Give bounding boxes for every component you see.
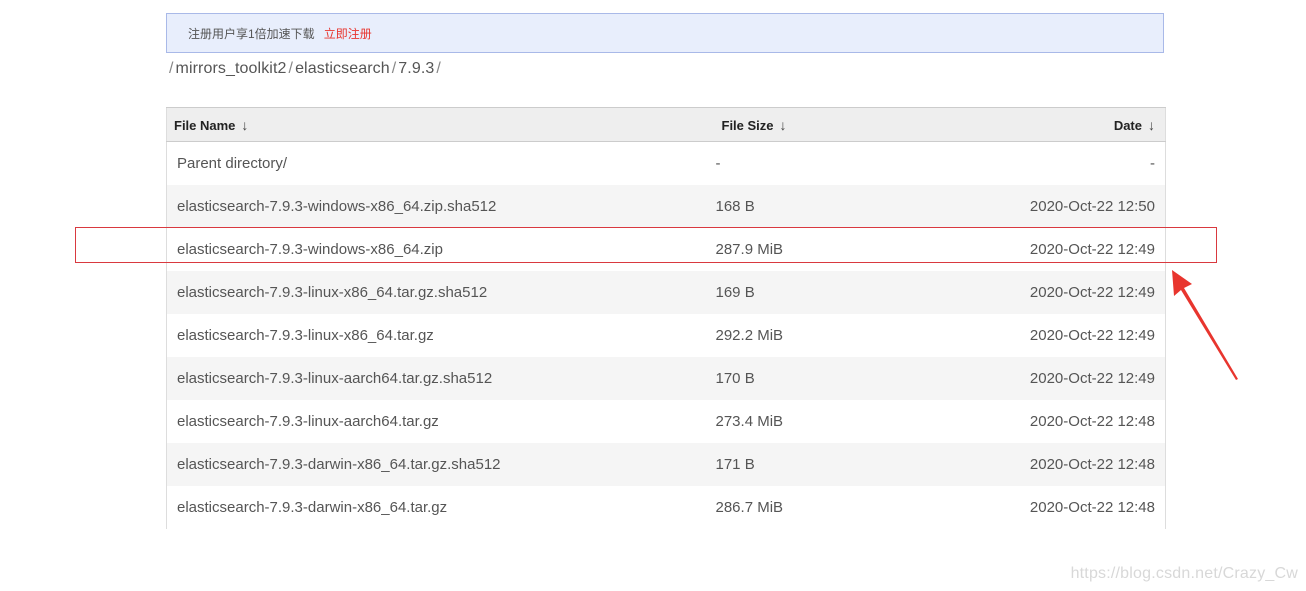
breadcrumb-item-version[interactable]: 7.9.3: [398, 60, 434, 78]
breadcrumb-separator: /: [436, 60, 441, 77]
breadcrumb-item-mirrors-toolkit2[interactable]: mirrors_toolkit2: [176, 60, 287, 78]
banner-text: 注册用户享1倍加速下载: [188, 26, 315, 41]
file-link[interactable]: elasticsearch-7.9.3-darwin-x86_64.tar.gz…: [177, 456, 501, 473]
file-size: 170 B: [715, 369, 755, 387]
table-row: elasticsearch-7.9.3-darwin-x86_64.tar.gz…: [166, 485, 1166, 529]
table-row-parent-directory: Parent directory/ - -: [166, 141, 1166, 185]
page: 注册用户享1倍加速下载 立即注册 / mirrors_toolkit2 / el…: [0, 0, 1306, 591]
red-arrow-icon: [1172, 270, 1238, 380]
breadcrumb-separator: /: [169, 60, 174, 77]
table-row: elasticsearch-7.9.3-windows-x86_64.zip.s…: [166, 184, 1166, 228]
table-header-row: File Name ↓ File Size ↓ Date ↓: [166, 107, 1166, 142]
file-date: -: [1150, 154, 1155, 172]
file-link[interactable]: elasticsearch-7.9.3-darwin-x86_64.tar.gz: [177, 499, 447, 516]
table-row: elasticsearch-7.9.3-linux-aarch64.tar.gz…: [166, 399, 1166, 443]
header-label-name: File Name: [174, 117, 236, 133]
file-size: 169 B: [715, 283, 755, 301]
file-link[interactable]: elasticsearch-7.9.3-linux-aarch64.tar.gz…: [177, 370, 492, 387]
file-size: 171 B: [715, 455, 755, 473]
file-listing-table: File Name ↓ File Size ↓ Date ↓ Parent direc…: [166, 107, 1166, 529]
file-link[interactable]: elasticsearch-7.9.3-windows-x86_64.zip.s…: [177, 198, 496, 215]
sort-by-date-header[interactable]: Date ↓: [965, 107, 1166, 142]
file-size: 287.9 MiB: [715, 240, 784, 258]
file-size: 273.4 MiB: [715, 412, 784, 430]
header-label-size: File Size: [721, 117, 774, 133]
table-row: elasticsearch-7.9.3-windows-x86_64.zip 2…: [166, 227, 1166, 271]
header-label-date: Date: [1113, 117, 1142, 133]
breadcrumb-separator: /: [288, 60, 294, 77]
table-row: elasticsearch-7.9.3-darwin-x86_64.tar.gz…: [166, 442, 1166, 486]
file-size: 168 B: [715, 197, 755, 215]
file-date: 2020-Oct-22 12:49: [1029, 326, 1155, 344]
file-link[interactable]: elasticsearch-7.9.3-linux-x86_64.tar.gz: [177, 327, 434, 344]
breadcrumb: / mirrors_toolkit2 / elasticsearch / 7.9…: [167, 60, 443, 78]
file-date: 2020-Oct-22 12:49: [1029, 369, 1155, 387]
file-date: 2020-Oct-22 12:48: [1029, 412, 1155, 430]
sort-down-arrow-icon: ↓: [779, 116, 787, 133]
file-link[interactable]: elasticsearch-7.9.3-windows-x86_64.zip: [177, 241, 443, 258]
file-size: 292.2 MiB: [715, 326, 784, 344]
parent-directory-link[interactable]: Parent directory/: [177, 155, 287, 172]
file-size: -: [715, 154, 721, 172]
file-link[interactable]: elasticsearch-7.9.3-linux-aarch64.tar.gz: [177, 413, 439, 430]
file-date: 2020-Oct-22 12:49: [1029, 283, 1155, 301]
file-date: 2020-Oct-22 12:48: [1029, 455, 1155, 473]
file-date: 2020-Oct-22 12:50: [1029, 197, 1155, 215]
file-size: 286.7 MiB: [715, 498, 784, 516]
watermark-text: https://blog.csdn.net/Crazy_Cw: [1070, 565, 1298, 582]
file-date: 2020-Oct-22 12:49: [1029, 240, 1155, 258]
file-date: 2020-Oct-22 12:48: [1029, 498, 1155, 516]
sort-down-arrow-icon: ↓: [241, 116, 249, 133]
file-link[interactable]: elasticsearch-7.9.3-linux-x86_64.tar.gz.…: [177, 284, 487, 301]
sort-by-size-header[interactable]: File Size ↓: [715, 107, 966, 142]
table-row: elasticsearch-7.9.3-linux-x86_64.tar.gz …: [166, 313, 1166, 357]
sort-by-name-header[interactable]: File Name ↓: [166, 107, 716, 142]
sort-down-arrow-icon: ↓: [1148, 116, 1155, 133]
table-row: elasticsearch-7.9.3-linux-aarch64.tar.gz…: [166, 356, 1166, 400]
table-row: elasticsearch-7.9.3-linux-x86_64.tar.gz.…: [166, 270, 1166, 314]
breadcrumb-separator: /: [391, 60, 397, 77]
register-link[interactable]: 立即注册: [324, 25, 372, 42]
breadcrumb-item-elasticsearch[interactable]: elasticsearch: [295, 60, 390, 78]
register-banner: 注册用户享1倍加速下载 立即注册: [166, 13, 1164, 53]
